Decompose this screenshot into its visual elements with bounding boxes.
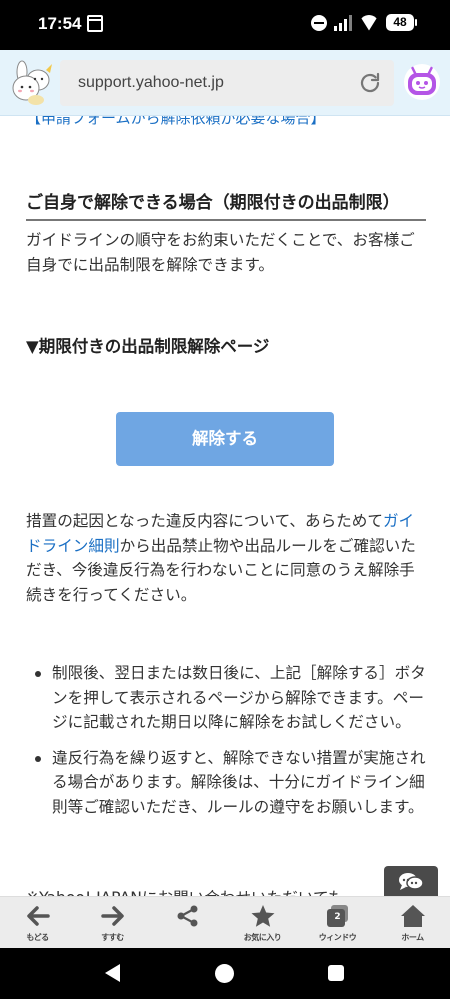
status-icons: 48 <box>311 14 417 31</box>
window-count: 2 <box>334 912 341 922</box>
battery-icon: 48 <box>386 14 417 31</box>
signal-icon <box>334 14 352 31</box>
nav-back-icon[interactable] <box>105 964 120 982</box>
arrow-left-icon <box>26 906 50 926</box>
chat-icon <box>399 873 424 890</box>
system-nav-bar <box>0 948 450 999</box>
forward-label: すすむ <box>101 933 124 942</box>
assistant-icon[interactable] <box>404 64 440 100</box>
apply-form-link[interactable]: 【申請フォームから解除依頼が必要な場合】 <box>26 116 326 128</box>
home-button[interactable]: ホーム <box>375 897 450 948</box>
forward-button[interactable]: すすむ <box>75 897 150 948</box>
list-item: 違反行為を繰り返すと、解除できない措置が実施される場合があります。解除後は、十分… <box>26 746 426 820</box>
instruction-paragraph: 措置の起因となった違反内容について、あらためてガイドライン細則から出品禁止物や出… <box>26 509 426 607</box>
mascot-icon[interactable] <box>6 58 56 108</box>
instruction-text-before: 措置の起因となった違反内容について、あらためて <box>26 512 383 530</box>
window-button[interactable]: 2 ウィンドウ <box>300 897 375 948</box>
url-field[interactable]: support.yahoo-net.jp <box>60 60 394 106</box>
bookmark-button[interactable]: お気に入り <box>225 897 300 948</box>
browser-toolbar: もどる すすむ お気に入り 2 ウィンドウ ホーム <box>0 896 450 948</box>
back-button[interactable]: もどる <box>0 897 75 948</box>
section-heading: ご自身で解除できる場合（期限付きの出品制限） <box>26 188 426 221</box>
notice-list: 制限後、翌日または数日後に、上記［解除する］ボタンを押して表示されるページから解… <box>26 661 426 830</box>
release-button[interactable]: 解除する <box>116 412 334 466</box>
star-icon <box>251 905 274 927</box>
status-bar: 17:54 48 <box>0 0 450 50</box>
browser-url-bar: support.yahoo-net.jp <box>0 50 450 116</box>
page-content: 【申請フォームから解除依頼が必要な場合】 ご自身で解除できる場合（期限付きの出品… <box>0 116 450 896</box>
reload-icon[interactable] <box>358 71 382 95</box>
arrow-right-icon <box>100 906 124 926</box>
dnd-icon <box>311 14 327 31</box>
back-label: もどる <box>26 933 49 942</box>
chat-button[interactable] <box>384 866 438 898</box>
url-text: support.yahoo-net.jp <box>78 74 224 91</box>
home-label: ホーム <box>401 933 424 942</box>
sub-heading: ▼期限付きの出品制限解除ページ <box>26 337 270 356</box>
share-icon <box>177 905 197 927</box>
bookmark-label: お気に入り <box>243 933 282 942</box>
list-item: 制限後、翌日または数日後に、上記［解除する］ボタンを押して表示されるページから解… <box>26 661 426 735</box>
nav-recents-icon[interactable] <box>328 965 344 981</box>
home-icon <box>400 905 425 927</box>
footnote-text: ※Yahoo! JAPANにお問い合わせいただいても <box>26 886 343 896</box>
calendar-icon <box>87 15 103 32</box>
window-label: ウィンドウ <box>318 933 357 942</box>
nav-home-icon[interactable] <box>215 964 234 983</box>
intro-paragraph: ガイドラインの順守をお約束いただくことで、お客様ご自身でに出品制限を解除できます… <box>26 231 415 274</box>
share-button[interactable] <box>150 897 225 948</box>
status-time: 17:54 <box>38 14 82 33</box>
wifi-icon <box>359 15 379 31</box>
